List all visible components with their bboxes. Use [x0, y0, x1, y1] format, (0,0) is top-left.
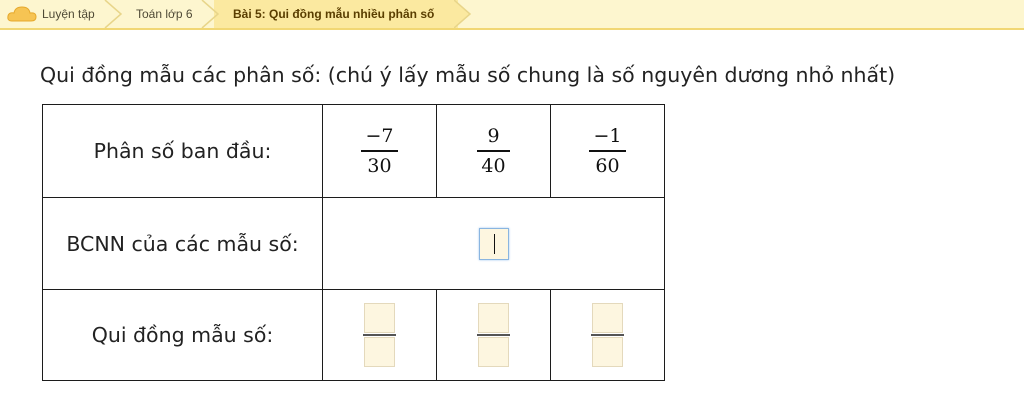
fraction-1: −7 30: [361, 125, 398, 177]
fraction-cell: 9 40: [436, 104, 551, 198]
answer-denominator-input[interactable]: [364, 336, 395, 367]
answer-fraction-3: [591, 303, 624, 367]
fraction-numerator: 9: [487, 125, 500, 148]
answer-fraction-2: [477, 303, 510, 367]
fraction-bar: [477, 334, 510, 336]
lcm-cell: [322, 197, 665, 290]
answer-fraction-1: [363, 303, 396, 367]
fraction-bar: [589, 150, 626, 152]
instruction-text: Qui đồng mẫu các phân số: (chú ý lấy mẫu…: [40, 63, 896, 87]
answer-denominator-input[interactable]: [478, 336, 509, 367]
breadcrumb: Luyện tập Toán lớp 6 Bài 5: Qui đồng mẫu…: [0, 0, 1024, 30]
answer-cell: [550, 289, 665, 381]
fraction-numerator: −1: [593, 125, 622, 148]
table-row-original: Phân số ban đầu: −7 30 9 40 −1 60: [42, 104, 665, 198]
answer-numerator-input[interactable]: [364, 303, 395, 334]
row-label-original: Phân số ban đầu:: [42, 104, 323, 198]
fraction-2: 9 40: [477, 125, 510, 177]
fraction-cell: −1 60: [550, 104, 665, 198]
fraction-cell: −7 30: [322, 104, 437, 198]
fraction-numerator: −7: [365, 125, 394, 148]
answer-cell: [322, 289, 437, 381]
fraction-denominator: 40: [481, 154, 506, 177]
breadcrumb-item-practice[interactable]: Luyện tập: [42, 0, 95, 28]
cloud-icon[interactable]: [6, 4, 38, 24]
fraction-denominator: 30: [367, 154, 392, 177]
answer-denominator-input[interactable]: [592, 336, 623, 367]
answer-cell: [436, 289, 551, 381]
text-caret: [493, 233, 495, 254]
chevron-right-icon: [201, 0, 220, 28]
answer-numerator-input[interactable]: [592, 303, 623, 334]
answer-numerator-input[interactable]: [478, 303, 509, 334]
row-label-answers: Qui đồng mẫu số:: [42, 289, 323, 381]
breadcrumb-item-lesson[interactable]: Bài 5: Qui đồng mẫu nhiều phân số: [233, 0, 434, 28]
chevron-right-icon: [104, 0, 123, 28]
lcm-input[interactable]: [478, 227, 509, 260]
exercise-table: Phân số ban đầu: −7 30 9 40 −1 60 BCNN c…: [42, 104, 665, 381]
table-row-lcm: BCNN của các mẫu số:: [42, 197, 665, 290]
fraction-bar: [591, 334, 624, 336]
fraction-bar: [361, 150, 398, 152]
fraction-3: −1 60: [589, 125, 626, 177]
chevron-right-icon: [454, 0, 472, 28]
breadcrumb-item-grade[interactable]: Toán lớp 6: [136, 0, 193, 28]
row-label-lcm: BCNN của các mẫu số:: [42, 197, 323, 290]
table-row-answers: Qui đồng mẫu số:: [42, 289, 665, 381]
fraction-bar: [363, 334, 396, 336]
fraction-bar: [477, 150, 510, 152]
fraction-denominator: 60: [595, 154, 620, 177]
